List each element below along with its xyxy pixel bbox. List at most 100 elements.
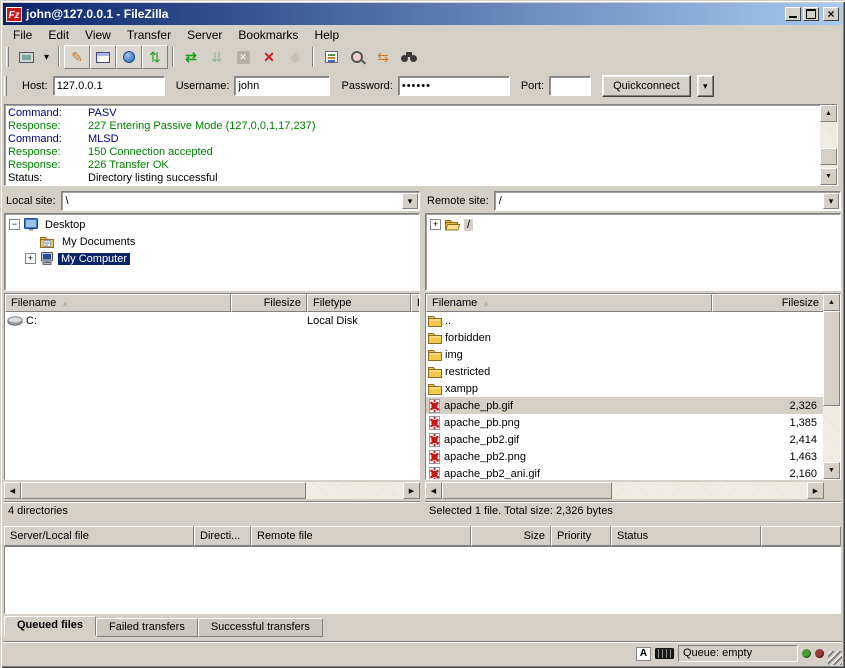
queue-column-priority[interactable]: Priority: [551, 526, 611, 546]
close-button[interactable]: ×: [823, 7, 839, 21]
menu-item-help[interactable]: Help: [306, 26, 347, 44]
toolbar-separator: [312, 47, 314, 67]
remote-site-combo[interactable]: / ▾: [494, 191, 841, 211]
queue-column-remote-file[interactable]: Remote file: [251, 526, 471, 546]
tree-expander-plus-icon[interactable]: +: [25, 253, 36, 264]
file-row-apache-pb2-png[interactable]: apache_pb2.png1,463: [426, 448, 823, 465]
file-row-apache-pb2-ani-gif[interactable]: apache_pb2_ani.gif2,160: [426, 465, 823, 479]
minimize-button[interactable]: [785, 7, 801, 21]
desktop-icon: [24, 218, 38, 231]
process-queue-button[interactable]: ⇊: [204, 45, 230, 69]
disconnect-icon: ✕: [263, 47, 275, 67]
file-row-apache-pb2-gif[interactable]: apache_pb2.gif2,414: [426, 431, 823, 448]
local-hscrollbar[interactable]: ◀ ▶: [4, 482, 420, 499]
reconnect-button[interactable]: ◆: [282, 45, 308, 69]
tab-failed-transfers[interactable]: Failed transfers: [96, 618, 198, 637]
port-input[interactable]: [549, 76, 591, 96]
password-input[interactable]: [398, 76, 510, 96]
column-header-l[interactable]: L: [411, 294, 420, 312]
tree-item-blank[interactable]: +/: [426, 216, 840, 233]
scroll-down-icon[interactable]: ▼: [823, 462, 840, 479]
file-row-blank[interactable]: ..: [426, 312, 823, 329]
menu-item-file[interactable]: File: [5, 26, 40, 44]
file-row-restricted[interactable]: restricted: [426, 363, 823, 380]
message-log-scrollbar[interactable]: ▲ ▼: [820, 105, 837, 185]
scroll-up-icon[interactable]: ▲: [823, 294, 840, 311]
queue-column-directi[interactable]: Directi...: [194, 526, 251, 546]
log-line: Response:227 Entering Passive Mode (127,…: [8, 120, 817, 133]
menu-item-edit[interactable]: Edit: [40, 26, 77, 44]
scroll-left-icon[interactable]: ◀: [425, 482, 442, 499]
tree-item-my-computer[interactable]: +My Computer: [5, 250, 419, 267]
toggle-remote-tree-button[interactable]: [116, 45, 142, 69]
quickconnect-dropdown-button[interactable]: ▾: [697, 75, 714, 97]
filter-icon: [325, 51, 338, 63]
scroll-left-icon[interactable]: ◀: [4, 482, 21, 499]
tree-item-my-documents[interactable]: My Documents: [5, 233, 419, 250]
maximize-button[interactable]: [803, 7, 819, 21]
disconnect-button[interactable]: ✕: [256, 45, 282, 69]
site-manager-dropdown-button[interactable]: ▾: [39, 45, 54, 69]
toggle-message-log-button[interactable]: ✎: [64, 45, 90, 69]
find-files-button[interactable]: [396, 45, 422, 69]
local-file-list: Filename▲FilesizeFiletypeLC:Local Disk: [4, 293, 420, 480]
tab-queued-files[interactable]: Queued files: [4, 616, 96, 636]
documents-folder-icon: [40, 236, 55, 248]
speed-limit-icon: [655, 648, 674, 659]
scrollbar-thumb[interactable]: [21, 482, 306, 499]
scrollbar-thumb[interactable]: [820, 148, 837, 165]
file-row-img[interactable]: img: [426, 346, 823, 363]
toggle-local-tree-button[interactable]: [90, 45, 116, 69]
queue-header: Server/Local fileDirecti...Remote fileSi…: [4, 526, 841, 546]
quickconnect-button[interactable]: Quickconnect: [602, 75, 691, 97]
column-header-filesize[interactable]: Filesize: [231, 294, 307, 312]
sort-ascending-icon: ▲: [61, 299, 69, 308]
resize-grip[interactable]: [828, 651, 842, 665]
scroll-right-icon[interactable]: ▶: [403, 482, 420, 499]
remote-vscrollbar[interactable]: ▲ ▼: [823, 294, 840, 479]
queue-tabs: Queued filesFailed transfersSuccessful t…: [4, 616, 323, 636]
queue-status-panel: Queue: empty: [678, 645, 798, 662]
tree-expander-plus-icon[interactable]: +: [430, 219, 441, 230]
tree-expander-minus-icon[interactable]: −: [9, 219, 20, 230]
scrollbar-thumb[interactable]: [823, 311, 840, 406]
local-site-combo[interactable]: \ ▾: [61, 191, 420, 211]
username-input[interactable]: [234, 76, 330, 96]
queue-column-size[interactable]: Size: [471, 526, 551, 546]
scroll-right-icon[interactable]: ▶: [807, 482, 824, 499]
remote-hscrollbar[interactable]: ◀ ▶: [425, 482, 824, 499]
site-manager-button[interactable]: [13, 45, 39, 69]
column-header-filesize[interactable]: Filesize: [712, 294, 825, 312]
cancel-operation-button[interactable]: ✕: [230, 45, 256, 69]
directory-filter-button[interactable]: [318, 45, 344, 69]
file-row-apache-pb-gif[interactable]: apache_pb.gif2,326: [426, 397, 823, 414]
scrollbar-thumb[interactable]: [442, 482, 612, 499]
menu-item-view[interactable]: View: [77, 26, 119, 44]
file-row-xampp[interactable]: xampp: [426, 380, 823, 397]
queue-column-server-local-file[interactable]: Server/Local file: [4, 526, 194, 546]
column-header-filename[interactable]: Filename▲: [5, 294, 231, 312]
remote-list-inner: Filename▲Filesize..forbiddenimgrestricte…: [426, 294, 823, 479]
toggle-transfer-queue-button[interactable]: ⇅: [142, 45, 168, 69]
tree-item-desktop[interactable]: −Desktop: [5, 216, 419, 233]
chevron-down-icon[interactable]: ▾: [402, 193, 418, 209]
scroll-up-icon[interactable]: ▲: [820, 105, 837, 122]
menu-item-server[interactable]: Server: [179, 26, 230, 44]
list-header-row: Filename▲Filesize: [426, 294, 823, 312]
chevron-down-icon[interactable]: ▾: [823, 193, 839, 209]
tab-successful-transfers[interactable]: Successful transfers: [198, 618, 323, 637]
column-header-filename[interactable]: Filename▲: [426, 294, 712, 312]
column-header-filetype[interactable]: Filetype: [307, 294, 411, 312]
menu-item-transfer[interactable]: Transfer: [119, 26, 179, 44]
queue-column-status[interactable]: Status: [611, 526, 761, 546]
file-row-c[interactable]: C:Local Disk: [5, 312, 419, 329]
scroll-down-icon[interactable]: ▼: [820, 168, 837, 185]
file-row-forbidden[interactable]: forbidden: [426, 329, 823, 346]
synchronized-browsing-button[interactable]: ⇆: [370, 45, 396, 69]
menu-item-bookmarks[interactable]: Bookmarks: [230, 26, 306, 44]
folder-icon: [428, 383, 442, 395]
host-input[interactable]: [53, 76, 165, 96]
refresh-button[interactable]: ⇄: [178, 45, 204, 69]
directory-comparison-button[interactable]: [344, 45, 370, 69]
file-row-apache-pb-png[interactable]: apache_pb.png1,385: [426, 414, 823, 431]
